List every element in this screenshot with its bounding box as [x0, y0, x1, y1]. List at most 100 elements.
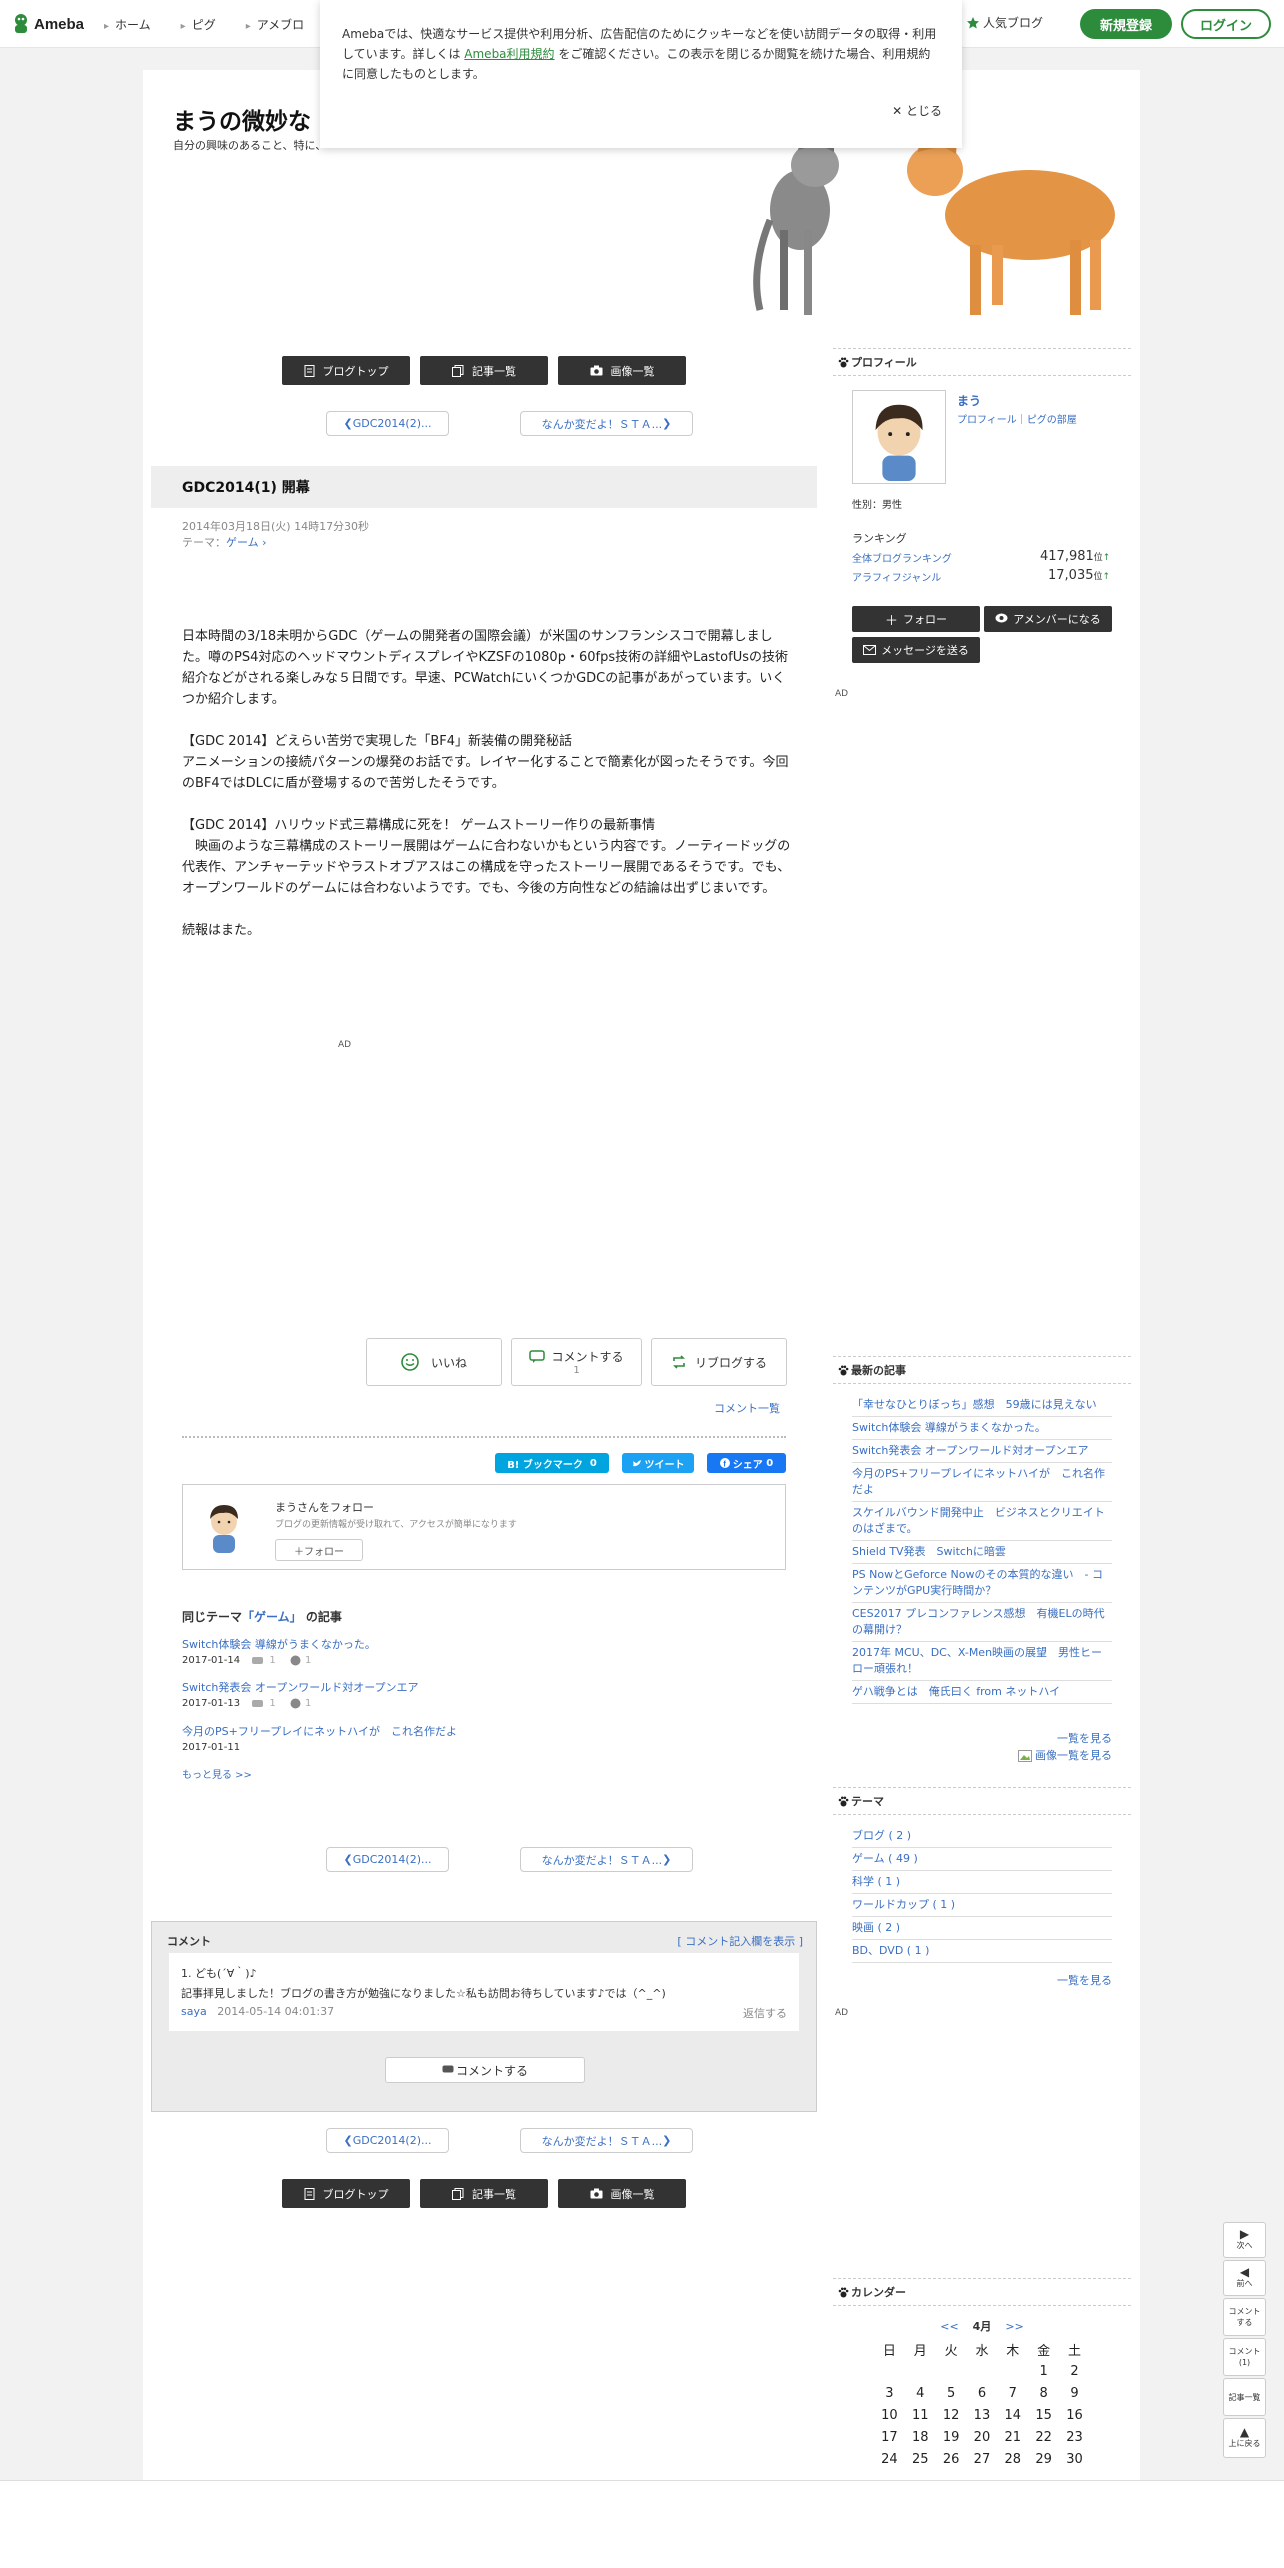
recent-item[interactable]: PS NowとGeforce Nowのその本質的な違い - コンテンツがGPU実… [852, 1564, 1112, 1603]
paw-icon [838, 1796, 849, 1807]
recent-more-link[interactable]: 一覧を見る [952, 1730, 1112, 1746]
entry-title[interactable]: GDC2014(1) 開幕 [182, 477, 817, 497]
sidebar-ad-label: AD [835, 689, 849, 699]
image-list-button[interactable]: 画像一覧 [558, 2179, 686, 2208]
float-prev-button[interactable]: ◀ 前へ [1223, 2260, 1266, 2296]
theme-more-link[interactable]: 一覧を見る [952, 1972, 1112, 1988]
theme-heading: テーマ [833, 1787, 1131, 1815]
profile-links[interactable]: プロフィール｜ピグの部屋 [957, 411, 1077, 426]
related-item-title[interactable]: 今月のPS+フリープレイにネットハイが これ名作だよ [182, 1723, 457, 1739]
register-button[interactable]: 新規登録 [1080, 9, 1172, 39]
calendar-week: 10 11 12 13 14 15 16 [881, 2407, 1083, 2423]
reblog-button[interactable]: リブログする [651, 1338, 787, 1386]
ranking-overall-link[interactable]: 全体ブログランキング [852, 550, 952, 565]
tweet-button[interactable]: ツイート [622, 1453, 694, 1473]
recent-item[interactable]: 今月のPS+フリープレイにネットハイが これ名作だよ [852, 1463, 1112, 1502]
calendar-week: 24 25 26 27 28 29 30 [881, 2451, 1083, 2467]
related-more-link[interactable]: もっと見る >> [182, 1766, 252, 1781]
entry-date: 2014年03月18日(火) 14時17分30秒 [182, 520, 370, 533]
follow-box-button[interactable]: ＋ フォロー [275, 1539, 363, 1561]
recent-item[interactable]: 2017年 MCU、DC、X-Men映画の展望 男性ヒーロー頑張れ！ [852, 1642, 1112, 1681]
camera-icon [590, 365, 602, 376]
theme-item[interactable]: ブログ ( 2 ) [852, 1825, 1112, 1848]
profile-name[interactable]: まう [957, 392, 981, 409]
float-next-button[interactable]: ▶ 次へ [1223, 2222, 1266, 2258]
comment-title: 1. ども(´∀｀)♪ [181, 1967, 257, 1980]
entry-paragraph: 日本時間の3/18未明からGDC（ゲームの開発者の国際会議）が米国のサンフランシ… [182, 629, 788, 707]
blog-top-button[interactable]: ブログトップ [282, 356, 410, 385]
image-icon [1018, 1750, 1032, 1762]
cookie-close-button[interactable]: ✕ とじる [892, 102, 942, 119]
login-button[interactable]: ログイン [1181, 9, 1271, 39]
comment-author[interactable]: saya [181, 2005, 207, 2018]
related-item-title[interactable]: Switch体験会 導線がうまくなかった。 [182, 1636, 376, 1652]
blog-title[interactable]: まうの微妙な [173, 102, 311, 136]
profile-avatar[interactable] [852, 390, 946, 484]
follow-button[interactable]: ＋フォロー [852, 606, 980, 632]
ranking-genre-link[interactable]: アラフィフジャンル [852, 569, 941, 584]
float-top-button[interactable]: ▲ 上に戻る [1223, 2418, 1266, 2458]
comment-button[interactable]: コメントする 1 [511, 1338, 642, 1386]
entry-theme: テーマ：ゲーム › [182, 536, 267, 549]
recent-item[interactable]: スケイルバウンド開発中止 ビジネスとクリエイトのはざまで。 [852, 1502, 1112, 1541]
recent-item[interactable]: Shield TV発表 Switchに暗雲 [852, 1541, 1112, 1564]
related-item-title[interactable]: Switch発表会 オープンワールド対オープンエア [182, 1679, 419, 1695]
next-entry-link[interactable]: なんか変だよ！ＳＴＡ... ❯ [520, 2128, 693, 2153]
theme-item[interactable]: 映画 ( 2 ) [852, 1917, 1112, 1940]
theme-list: ブログ ( 2 ) ゲーム ( 49 ) 科学 ( 1 ) ワールドカップ ( … [852, 1825, 1112, 1963]
hatena-bookmark-button[interactable]: B! ブックマーク 0 [495, 1453, 609, 1473]
theme-item[interactable]: BD、DVD ( 1 ) [852, 1940, 1112, 1963]
calendar-next-link[interactable]: >> [1005, 2320, 1023, 2333]
facebook-share-button[interactable]: f シェア 0 [707, 1453, 786, 1473]
cookie-banner: Amebaでは、快適なサービス提供や利用分析、広告配信のためにクッキーなどを使い… [320, 0, 962, 148]
comment-list-link[interactable]: コメント一覧 [714, 1400, 780, 1416]
related-heading: 同じテーマ「ゲーム」 の記事 [182, 1610, 342, 1624]
nav-home[interactable]: ホーム [104, 16, 151, 33]
paw-icon [838, 2287, 849, 2298]
recent-item[interactable]: CES2017 プレコンファレンス感想 有機ELの時代の幕開け？ [852, 1603, 1112, 1642]
blog-top-button[interactable]: ブログトップ [282, 2179, 410, 2208]
calendar-prev-link[interactable]: << [940, 2320, 958, 2333]
cookie-text: Amebaでは、快適なサービス提供や利用分析、広告配信のためにクッキーなどを使い… [342, 27, 937, 81]
float-list-button[interactable]: 記事一覧 [1223, 2378, 1266, 2416]
entry-paragraph: 【GDC 2014】どえらい苦労で実現した「BF4」新装備の開発秘話 アニメーシ… [182, 734, 789, 791]
comment-icon [529, 1349, 546, 1363]
profile-heading: プロフィール [833, 348, 1131, 376]
prev-entry-link[interactable]: ❮ GDC2014(2)... [326, 1847, 449, 1872]
comment-body: 記事拝見しました！ブログの書き方が勉強になりました☆私も訪問お待ちしています♪で… [181, 1987, 666, 2000]
reaction-buttons: いいね コメントする 1 リブログする [366, 1338, 787, 1386]
popular-blog-link[interactable]: 人気ブログ [966, 14, 1043, 31]
nav-pigg[interactable]: ピグ [181, 16, 216, 33]
theme-item[interactable]: 科学 ( 1 ) [852, 1871, 1112, 1894]
message-button[interactable]: メッセージを送る [852, 637, 980, 663]
terms-link[interactable]: Ameba利用規約 [464, 47, 554, 61]
recent-heading: 最新の記事 [833, 1356, 1131, 1384]
recent-item[interactable]: ゲハ戦争とは 俺氏曰く from ネットハイ [852, 1681, 1112, 1704]
theme-item[interactable]: ワールドカップ ( 1 ) [852, 1894, 1112, 1917]
amember-button[interactable]: アメンバーになる [984, 606, 1112, 632]
image-list-button[interactable]: 画像一覧 [558, 356, 686, 385]
star-icon [967, 16, 979, 28]
recent-list: 「幸せなひとりぼっち」感想 59歳には見えない Switch体験会 導線がうまく… [852, 1394, 1112, 1704]
float-comment-button[interactable]: コメント する [1223, 2298, 1266, 2336]
amember-icon [995, 613, 1008, 623]
entry-theme-link[interactable]: ゲーム [226, 536, 259, 549]
float-comment-count[interactable]: コメント (1) [1223, 2338, 1266, 2376]
recent-item[interactable]: Switch発表会 オープンワールド対オープンエア [852, 1440, 1112, 1463]
recent-item[interactable]: 「幸せなひとりぼっち」感想 59歳には見えない [852, 1394, 1112, 1417]
image-list-link[interactable]: 画像一覧を見る [952, 1747, 1112, 1763]
comment-open-link[interactable]: [ コメント記入欄を表示 ] [677, 1933, 803, 1949]
comment-reply-link[interactable]: 返信する [743, 2005, 787, 2021]
nav-ameblo[interactable]: アメブロ [246, 16, 304, 33]
comment-write-button[interactable]: コメントする [385, 2057, 585, 2083]
next-entry-link[interactable]: なんか変だよ！ＳＴＡ... ❯ [520, 1847, 693, 1872]
recent-item[interactable]: Switch体験会 導線がうまくなかった。 [852, 1417, 1112, 1440]
entry-list-button[interactable]: 記事一覧 [420, 2179, 548, 2208]
theme-item[interactable]: ゲーム ( 49 ) [852, 1848, 1112, 1871]
prev-entry-link[interactable]: ❮ GDC2014(2)... [326, 411, 449, 436]
like-button[interactable]: いいね [366, 1338, 502, 1386]
ameba-logo[interactable]: Ameba [12, 10, 84, 38]
prev-entry-link[interactable]: ❮ GDC2014(2)... [326, 2128, 449, 2153]
next-entry-link[interactable]: なんか変だよ！ＳＴＡ... ❯ [520, 411, 693, 436]
entry-list-button[interactable]: 記事一覧 [420, 356, 548, 385]
